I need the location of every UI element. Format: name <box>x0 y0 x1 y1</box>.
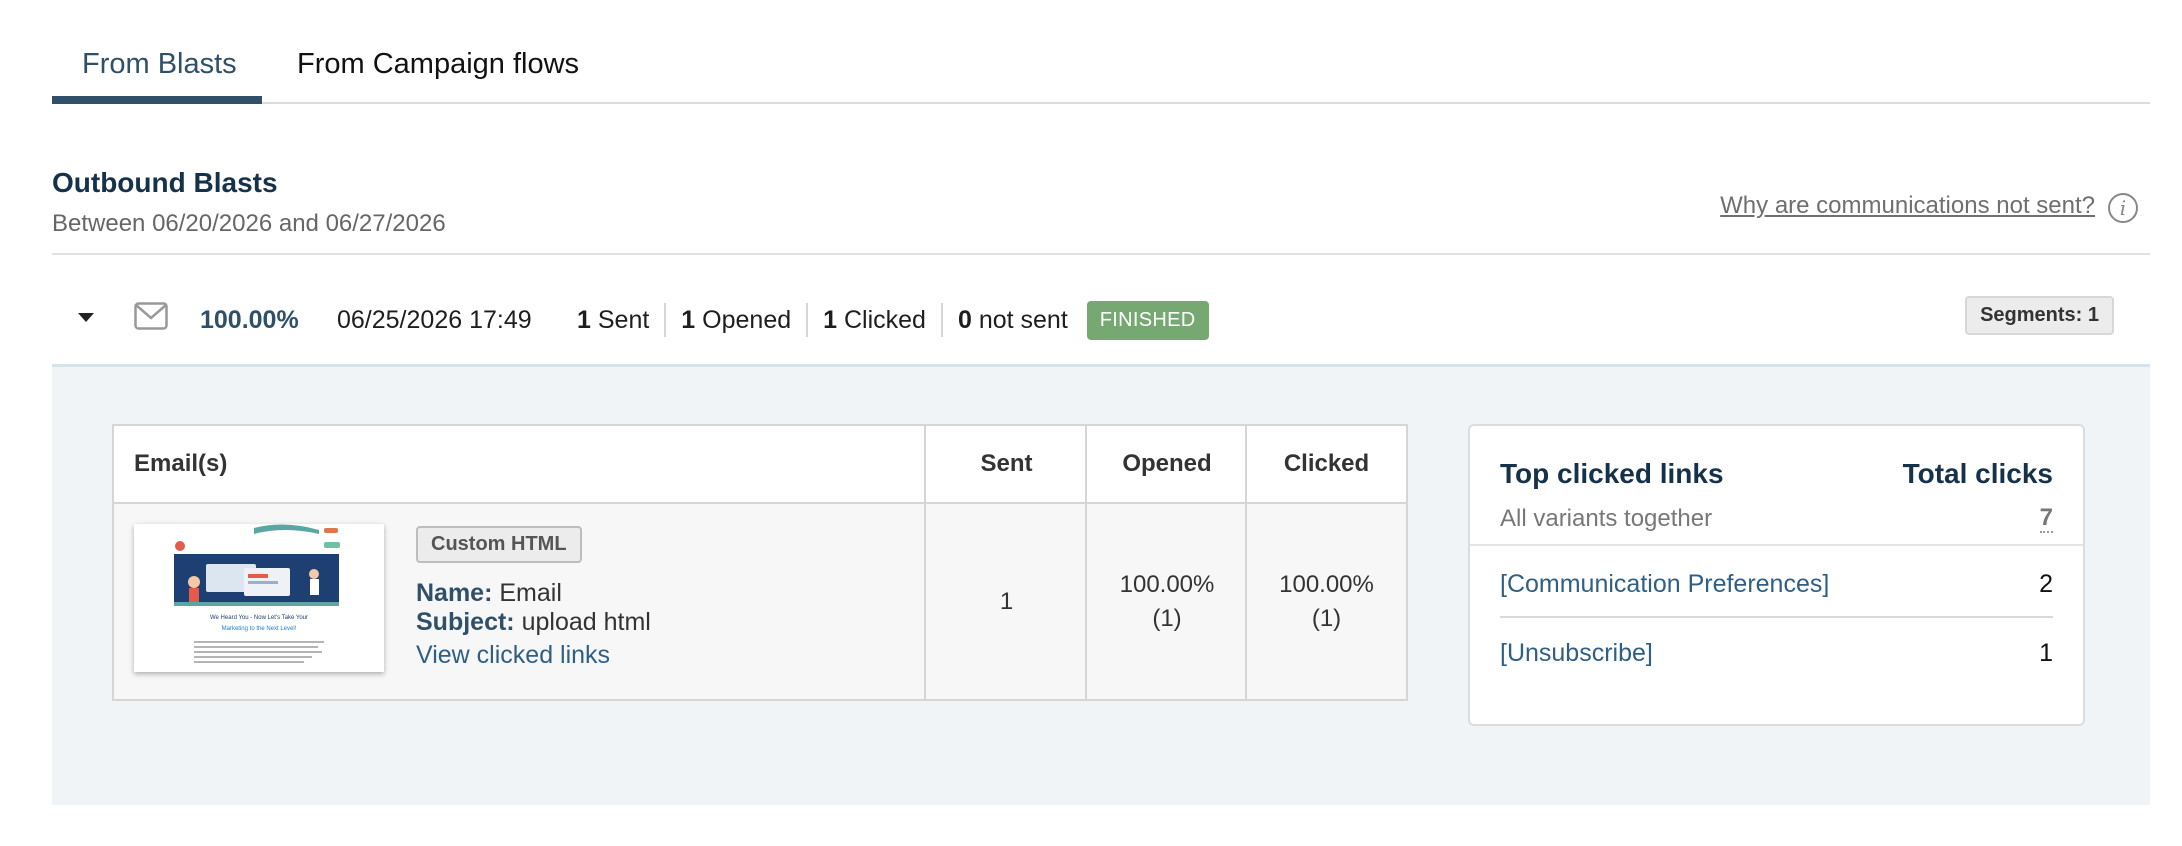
stat-clicked: 1 Clicked <box>806 303 941 337</box>
view-clicked-links-link[interactable]: View clicked links <box>416 641 651 670</box>
cell-clicked: 100.00% (1) <box>1279 570 1374 632</box>
link-communication-preferences[interactable]: [Communication Preferences] <box>1500 570 1829 599</box>
email-table: Email(s) Sent Opened Clicked We Heard Yo… <box>112 424 1408 701</box>
status-badge: FINISHED <box>1086 300 1209 340</box>
column-divider <box>1085 426 1087 699</box>
caret-down-icon[interactable] <box>78 313 94 322</box>
envelope-icon <box>134 302 168 330</box>
link-unsubscribe[interactable]: [Unsubscribe] <box>1500 639 1653 668</box>
list-item: [Communication Preferences] 2 <box>1500 552 2053 618</box>
tab-bar: From Blasts From Campaign flows <box>52 0 2150 104</box>
thumbnail-headline-2: Marketing to the Next Level! <box>222 626 297 632</box>
thumbnail-headline: We Heard You - Now Let's Take Your <box>210 615 308 621</box>
header-opened: Opened <box>1122 450 1212 477</box>
header-sent: Sent <box>980 450 1033 477</box>
email-thumbnail[interactable]: We Heard You - Now Let's Take Your Marke… <box>134 524 384 672</box>
active-tab-indicator <box>52 96 262 104</box>
divider <box>1470 544 2083 546</box>
why-not-sent-link[interactable]: Why are communications not sent? <box>1720 192 2095 220</box>
total-clicks-count[interactable]: 7 <box>2039 505 2053 533</box>
blast-details-panel: Email(s) Sent Opened Clicked We Heard Yo… <box>52 364 2150 805</box>
section-title: Outbound Blasts <box>52 167 278 198</box>
divider <box>52 253 2150 255</box>
top-links-subtitle: All variants together <box>1500 505 1713 532</box>
blast-stats: 1 Sent 1 Opened 1 Clicked 0 not sent FIN… <box>577 300 1209 340</box>
total-clicks-label: Total clicks <box>1902 458 2053 489</box>
column-divider <box>924 426 926 699</box>
custom-html-tag: Custom HTML <box>416 526 582 563</box>
cell-sent: 1 <box>999 587 1014 615</box>
stat-sent: 1 Sent <box>577 306 650 334</box>
blast-datetime: 06/25/2026 17:49 <box>337 306 532 334</box>
cell-opened: 100.00% (1) <box>1119 570 1215 632</box>
segments-badge[interactable]: Segments: 1 <box>1965 296 2114 335</box>
email-name: Name: Email <box>416 579 562 607</box>
link-click-count: 1 <box>2039 638 2053 667</box>
list-item: [Unsubscribe] 1 <box>1500 620 2053 686</box>
delivery-percentage: 100.00% <box>200 306 299 334</box>
header-emails: Email(s) <box>134 450 228 477</box>
tab-from-campaign-flows[interactable]: From Campaign flows <box>297 48 579 81</box>
email-preview-image: We Heard You - Now Let's Take Your Marke… <box>134 524 384 672</box>
stat-opened: 1 Opened <box>664 303 806 337</box>
top-links-title: Top clicked links <box>1500 458 1724 489</box>
email-subject: Subject: upload html <box>416 608 651 636</box>
stat-not-sent: 0 not sent <box>940 303 1083 337</box>
blast-summary-row[interactable]: 100.00% 06/25/2026 17:49 1 Sent 1 Opened… <box>52 256 2150 364</box>
tab-from-blasts[interactable]: From Blasts <box>82 48 237 81</box>
top-clicked-links-card: Top clicked links Total clicks All varia… <box>1468 424 2085 726</box>
info-icon[interactable]: i <box>2108 193 2138 223</box>
header-clicked: Clicked <box>1283 450 1370 477</box>
table-row: We Heard You - Now Let's Take Your Marke… <box>114 504 1406 699</box>
date-range: Between 06/20/2026 and 06/27/2026 <box>52 210 446 237</box>
email-info: Custom HTML Name: Email Subject: upload … <box>416 526 651 670</box>
column-divider <box>1245 426 1247 699</box>
link-click-count: 2 <box>2039 569 2053 598</box>
